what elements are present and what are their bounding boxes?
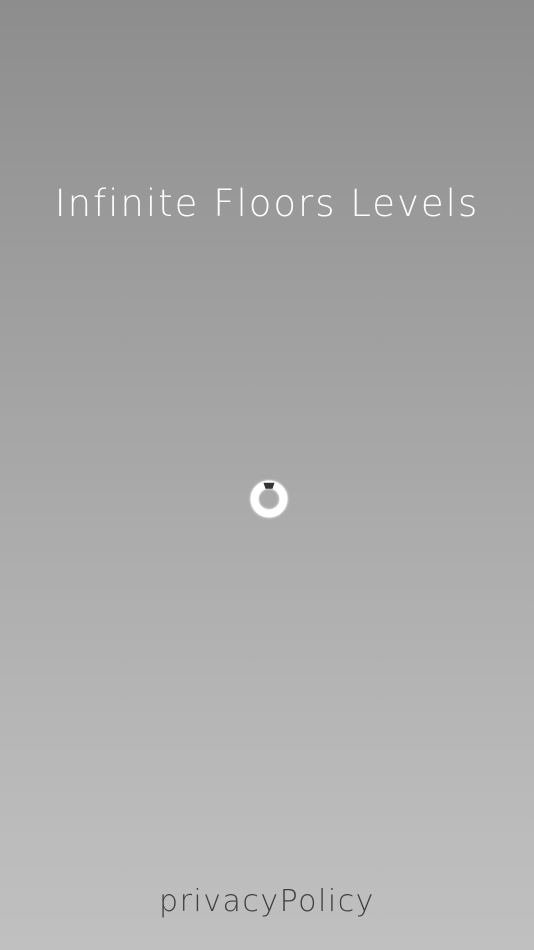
- loading-ring-icon: [248, 478, 290, 520]
- game-title: Infinite Floors Levels: [54, 182, 480, 225]
- privacy-policy-link[interactable]: privacyPolicy: [0, 880, 534, 924]
